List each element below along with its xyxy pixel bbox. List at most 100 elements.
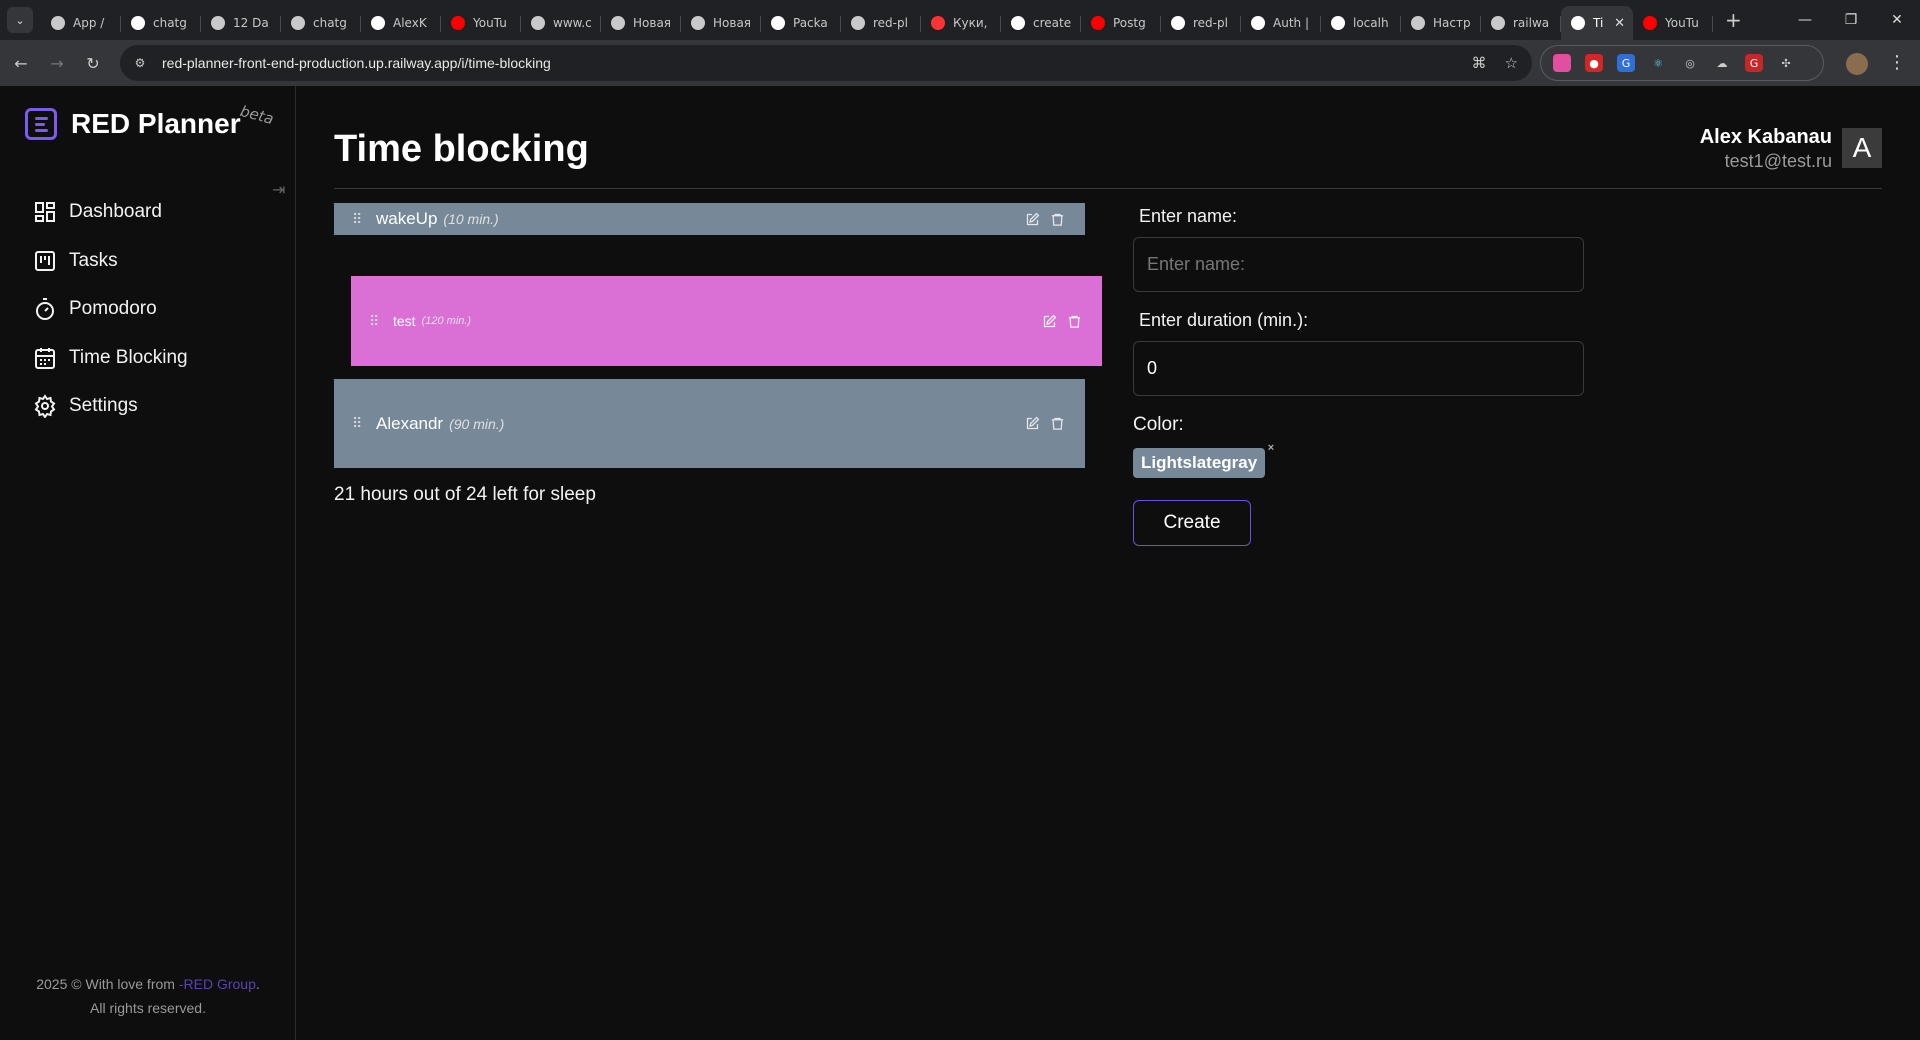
browser-tab[interactable]: red-pl xyxy=(1161,6,1241,40)
tab-title: YouTu xyxy=(1665,16,1699,30)
sidebar-menu: Dashboard Tasks Pomodoro Time Blocking S… xyxy=(33,200,188,443)
edit-icon[interactable] xyxy=(1025,212,1040,227)
browser-tab[interactable]: chatg xyxy=(281,6,361,40)
trash-icon[interactable] xyxy=(1050,416,1065,431)
reload-button[interactable]: ↻ xyxy=(78,48,108,78)
dashboard-icon xyxy=(35,202,55,222)
logo-text: RED Planner xyxy=(71,108,241,139)
puzzle-icon[interactable]: ✣ xyxy=(1777,54,1795,72)
close-icon[interactable]: × xyxy=(1268,442,1274,454)
react-devtools-icon[interactable]: ⚛ xyxy=(1649,54,1667,72)
forward-button[interactable]: → xyxy=(42,48,72,78)
site-info-icon[interactable]: ⚙ xyxy=(128,51,152,75)
edit-icon[interactable] xyxy=(1025,416,1040,431)
tab-title: railwa xyxy=(1513,16,1550,30)
browser-tab[interactable]: www.c xyxy=(521,6,601,40)
browser-tab[interactable]: 12 Da xyxy=(201,6,281,40)
browser-tab[interactable]: Новая xyxy=(681,6,761,40)
time-block-name: test xyxy=(393,313,416,329)
profile-avatar[interactable] xyxy=(1846,53,1868,75)
trash-icon[interactable] xyxy=(1067,314,1082,329)
calendar-icon xyxy=(35,347,55,369)
browser-tab[interactable]: create xyxy=(1001,6,1081,40)
close-window-button[interactable]: ✕ xyxy=(1874,0,1920,40)
youtube-icon xyxy=(1643,16,1657,30)
sidebar-item-label: Settings xyxy=(69,395,138,416)
time-block[interactable]: ⠿ wakeUp (10 min.) xyxy=(334,203,1085,235)
browser-tab[interactable]: Ti ✕ xyxy=(1561,6,1633,40)
extension-icon[interactable]: ☁ xyxy=(1713,54,1731,72)
browser-tab[interactable]: Packa xyxy=(761,6,841,40)
footer-brand-link[interactable]: -RED Group xyxy=(179,976,256,992)
sidebar-item-settings[interactable]: Settings xyxy=(33,394,188,418)
vercel-icon xyxy=(1571,16,1585,30)
browser-tab[interactable]: App / xyxy=(41,6,121,40)
logout-icon[interactable]: ⇥ xyxy=(272,180,285,199)
time-block[interactable]: ⠿ Alexandr (90 min.) xyxy=(334,379,1085,468)
minimize-button[interactable]: — xyxy=(1782,0,1828,40)
browser-tab[interactable]: chatg xyxy=(121,6,201,40)
gear-icon xyxy=(1411,16,1425,30)
beta-label: beta xyxy=(238,101,276,129)
avatar[interactable]: A xyxy=(1842,128,1882,168)
restore-button[interactable]: ❐ xyxy=(1828,0,1874,40)
tab-title: YouTu xyxy=(473,16,507,30)
browser-menu-icon[interactable]: ⋮ xyxy=(1888,52,1906,73)
footer-rights: All rights reserved. xyxy=(90,1000,206,1016)
browser-tab[interactable]: localh xyxy=(1321,6,1401,40)
drag-handle-icon[interactable]: ⠿ xyxy=(352,211,366,228)
drag-handle-icon[interactable]: ⠿ xyxy=(352,415,366,432)
close-tab-icon[interactable]: ✕ xyxy=(1614,16,1625,31)
user-name: Alex Kabanau xyxy=(1699,126,1832,148)
name-input[interactable] xyxy=(1133,237,1584,292)
color-chip-selected[interactable]: Lightslategray × xyxy=(1133,442,1274,478)
time-block-duration: (90 min.) xyxy=(449,415,505,432)
create-button[interactable]: Create xyxy=(1133,500,1251,546)
trash-icon[interactable] xyxy=(1050,212,1065,227)
sidebar-item-time-blocking[interactable]: Time Blocking xyxy=(33,346,188,370)
sidebar-item-pomodoro[interactable]: Pomodoro xyxy=(33,297,188,321)
logo[interactable]: RED Planner xyxy=(25,108,241,140)
footer-text: . xyxy=(255,976,260,992)
logo-icon xyxy=(25,108,57,140)
time-block-duration: (10 min.) xyxy=(443,211,499,227)
tab-title: localh xyxy=(1353,16,1389,30)
app: RED Planner beta ⇥ Dashboard Tasks Pomod… xyxy=(0,86,1920,1040)
extension-icon[interactable]: ● xyxy=(1585,54,1603,72)
browser-tab[interactable]: Новая xyxy=(601,6,681,40)
browser-tab[interactable]: railwa xyxy=(1481,6,1561,40)
sidebar-item-tasks[interactable]: Tasks xyxy=(33,249,188,273)
browser-tab[interactable]: AlexK xyxy=(361,6,441,40)
edit-icon[interactable] xyxy=(1042,314,1057,329)
globe-icon xyxy=(531,16,545,30)
duration-input[interactable] xyxy=(1133,341,1584,396)
browser-tab[interactable]: Auth | xyxy=(1241,6,1321,40)
browser-tab[interactable]: red-pl xyxy=(841,6,921,40)
sidebar-item-dashboard[interactable]: Dashboard xyxy=(33,200,188,224)
browser-tab[interactable]: YouTu xyxy=(1633,6,1713,40)
extension-icon[interactable] xyxy=(1553,54,1571,72)
user-email: test1@test.ru xyxy=(1724,151,1832,171)
vercel-icon xyxy=(1251,16,1265,30)
browser-tab[interactable]: Куки, xyxy=(921,6,1001,40)
address-bar[interactable]: ⚙ red-planner-front-end-production.up.ra… xyxy=(120,45,1532,81)
new-tab-button[interactable]: + xyxy=(1725,8,1742,32)
extension-icon[interactable]: ◎ xyxy=(1681,54,1699,72)
url-text[interactable]: red-planner-front-end-production.up.rail… xyxy=(162,55,551,71)
drag-handle-icon[interactable]: ⠿ xyxy=(369,313,383,330)
tab-title: chatg xyxy=(153,16,187,30)
bookmark-star-icon[interactable]: ☆ xyxy=(1505,54,1518,72)
browser-tab[interactable]: Настр xyxy=(1401,6,1481,40)
back-button[interactable]: ← xyxy=(6,48,36,78)
time-block-name: Alexandr xyxy=(376,413,444,433)
user-info: Alex Kabanau test1@test.ru xyxy=(1700,126,1832,172)
translate-icon[interactable]: ⌘ xyxy=(1472,54,1487,72)
tab-search-button[interactable]: ⌄ xyxy=(7,7,33,33)
browser-tab[interactable]: Postg xyxy=(1081,6,1161,40)
hours-left-text: 21 hours out of 24 left for sleep xyxy=(334,484,596,505)
time-block[interactable]: ⠿ test (120 min.) xyxy=(351,276,1102,366)
browser-tab[interactable]: YouTu xyxy=(441,6,521,40)
extension-icon[interactable]: G xyxy=(1617,54,1635,72)
tab-title: Новая xyxy=(633,16,672,30)
extension-icon[interactable]: G xyxy=(1745,54,1763,72)
